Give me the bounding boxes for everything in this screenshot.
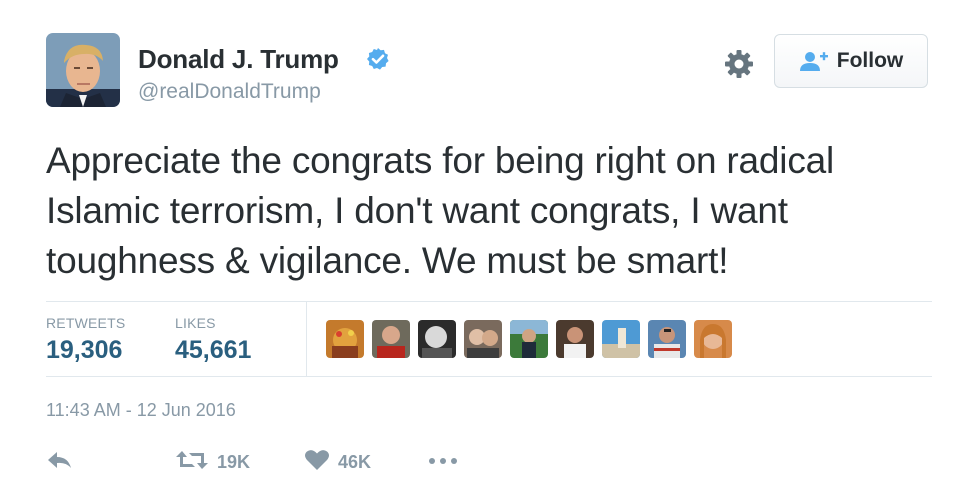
like-count: 46K — [338, 451, 372, 472]
more-button[interactable] — [428, 448, 458, 476]
liker-avatar[interactable] — [510, 320, 548, 358]
add-user-icon — [799, 50, 829, 72]
retweet-count: 19K — [217, 451, 251, 472]
tweet-timestamp[interactable]: 11:43 AM - 12 Jun 2016 — [46, 400, 236, 421]
retweet-button[interactable]: 19K — [175, 448, 250, 476]
author-handle[interactable]: @realDonaldTrump — [138, 80, 321, 104]
stats-top-divider — [46, 301, 932, 302]
liker-avatar[interactable] — [372, 320, 410, 358]
reply-button[interactable] — [46, 448, 74, 476]
follow-label: Follow — [836, 49, 904, 72]
author-avatar[interactable] — [46, 33, 120, 107]
reply-icon — [46, 448, 74, 477]
liker-avatar[interactable] — [648, 320, 686, 358]
tweet-text-line: Appreciate the congrats for being right … — [46, 140, 835, 181]
liker-avatar[interactable] — [694, 320, 732, 358]
liker-avatar[interactable] — [326, 320, 364, 358]
follow-button[interactable]: Follow — [774, 34, 928, 88]
tweet-text-line: Islamic terrorism, I don't want congrats… — [46, 190, 788, 231]
liker-avatar[interactable] — [602, 320, 640, 358]
stats-bottom-divider — [46, 376, 932, 377]
stats-vertical-divider — [306, 302, 307, 376]
like-button[interactable]: 46K — [304, 448, 371, 476]
more-icon — [428, 453, 458, 471]
likes-count[interactable]: 45,661 — [175, 336, 251, 365]
liker-avatar[interactable] — [556, 320, 594, 358]
retweet-icon — [175, 448, 209, 477]
tweet-text: Appreciate the congrats for being right … — [46, 136, 946, 286]
retweets-count[interactable]: 19,306 — [46, 336, 122, 365]
liker-avatar[interactable] — [464, 320, 502, 358]
liker-avatars — [326, 320, 740, 358]
tweet-text-line: toughness & vigilance. We must be smart! — [46, 240, 729, 281]
heart-icon — [304, 448, 330, 477]
author-name[interactable]: Donald J. Trump — [138, 44, 339, 75]
liker-avatar[interactable] — [418, 320, 456, 358]
retweets-label: RETWEETS — [46, 315, 126, 331]
verified-badge-icon — [366, 47, 390, 71]
likes-label: LIKES — [175, 315, 216, 331]
gear-icon[interactable] — [724, 49, 754, 79]
